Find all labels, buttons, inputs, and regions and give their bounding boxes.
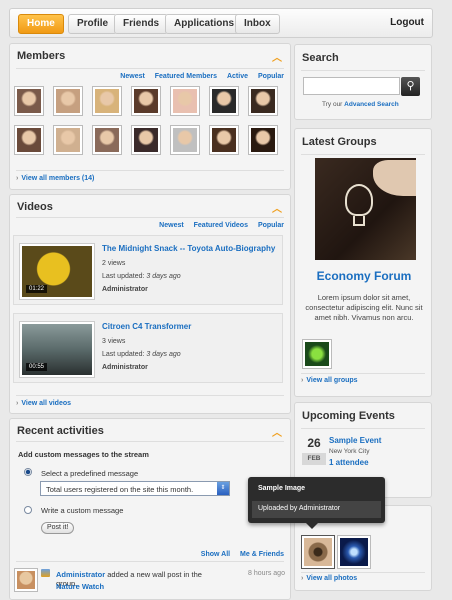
video-thumbnail[interactable]: 01:22	[20, 244, 94, 299]
video-title[interactable]: Citroen C4 Transformer	[102, 322, 191, 331]
member-avatar[interactable]	[92, 86, 122, 116]
members-panel: Members ︿ Newest Featured Members Active…	[9, 43, 291, 190]
member-avatar[interactable]	[53, 125, 83, 155]
advanced-search-link[interactable]: Advanced Search	[344, 101, 399, 108]
group-image[interactable]	[315, 158, 416, 260]
members-title: Members	[17, 50, 66, 62]
view-all-photos-link[interactable]: › View all photos	[301, 575, 357, 582]
photo-tooltip: Sample Image Uploaded by Administrator	[248, 477, 385, 529]
video-thumbnail[interactable]: 00:55	[20, 322, 94, 377]
radio-custom[interactable]	[24, 506, 32, 514]
activity-time: 8 hours ago	[248, 570, 285, 577]
tooltip-text: Uploaded by Administrator	[252, 501, 381, 518]
video-updated: Last updated: 3 days ago	[102, 273, 181, 280]
filter-show-all[interactable]: Show All	[201, 551, 230, 558]
filter-popular[interactable]: Popular	[258, 73, 284, 80]
member-avatar[interactable]	[53, 86, 83, 116]
member-avatar[interactable]	[209, 125, 239, 155]
member-avatar[interactable]	[131, 125, 161, 155]
member-avatar[interactable]	[92, 125, 122, 155]
top-navigation: Home Profile Friends Applications Inbox …	[9, 8, 433, 38]
logout-link[interactable]: Logout	[390, 17, 424, 28]
collapse-icon[interactable]: ︿	[272, 200, 282, 215]
select-arrow-icon: ⇕	[217, 482, 229, 495]
member-avatar[interactable]	[170, 86, 200, 116]
lightbulb-icon	[345, 184, 373, 216]
video-views: 3 views	[102, 338, 126, 345]
activity-group-link[interactable]: Nature Watch	[56, 582, 104, 591]
post-it-button[interactable]: Post it!	[41, 522, 75, 534]
video-author[interactable]: Administrator	[102, 364, 148, 371]
members-filters: Newest Featured Members Active Popular	[112, 73, 284, 80]
latest-groups-title: Latest Groups	[302, 136, 377, 148]
group-description: Lorem ipsum dolor sit amet, consectetur …	[305, 293, 423, 322]
videos-filters: Newest Featured Videos Popular	[151, 222, 284, 229]
member-avatar[interactable]	[170, 125, 200, 155]
event-month: FEB	[302, 453, 326, 465]
videos-panel: Videos ︿ Newest Featured Videos Popular …	[9, 194, 291, 414]
upcoming-events-title: Upcoming Events	[302, 410, 395, 422]
tooltip-title: Sample Image	[258, 485, 306, 492]
tab-friends[interactable]: Friends	[114, 14, 169, 34]
search-panel: Search ⚲ Try our Advanced Search	[294, 44, 432, 120]
collapse-icon[interactable]: ︿	[272, 49, 282, 64]
member-avatar[interactable]	[248, 125, 278, 155]
activity-filters: Show All Me & Friends	[193, 551, 284, 558]
filter-featured-members[interactable]: Featured Members	[155, 73, 217, 80]
search-input[interactable]	[303, 77, 400, 95]
video-item: 01:22 The Midnight Snack -- Toyota Auto-…	[13, 235, 283, 305]
tab-home[interactable]: Home	[18, 14, 64, 34]
activities-title: Recent activities	[17, 425, 104, 437]
video-author[interactable]: Administrator	[102, 286, 148, 293]
tab-inbox[interactable]: Inbox	[235, 14, 280, 34]
group-icon	[41, 569, 50, 577]
message-select[interactable]: Total users registered on the site this …	[40, 481, 230, 496]
video-title[interactable]: The Midnight Snack -- Toyota Auto-Biogra…	[102, 244, 275, 253]
activity-user-link[interactable]: Administrator	[56, 570, 105, 579]
filter-newest[interactable]: Newest	[159, 222, 184, 229]
view-all-members-link[interactable]: › View all members (14)	[16, 175, 94, 182]
radio-predefined-label: Select a predefined message	[41, 469, 139, 478]
member-avatar[interactable]	[14, 125, 44, 155]
event-attendees[interactable]: 1 attendee	[329, 458, 369, 467]
advanced-search-hint: Try our Advanced Search	[322, 101, 399, 108]
avatar[interactable]	[14, 568, 38, 592]
tab-profile[interactable]: Profile	[68, 14, 118, 34]
event-day: 26	[307, 436, 321, 450]
latest-groups-panel: Latest Groups Economy Forum Lorem ipsum …	[294, 128, 432, 397]
video-updated: Last updated: 3 days ago	[102, 351, 181, 358]
video-duration: 01:22	[26, 285, 48, 293]
photo-thumbnail[interactable]	[301, 535, 335, 569]
radio-predefined[interactable]	[24, 468, 32, 476]
member-avatar[interactable]	[209, 86, 239, 116]
collapse-icon[interactable]: ︿	[272, 424, 282, 439]
group-name[interactable]: Economy Forum	[295, 269, 433, 283]
filter-active[interactable]: Active	[227, 73, 248, 80]
search-title: Search	[302, 52, 339, 64]
search-icon[interactable]: ⚲	[401, 77, 420, 96]
video-views: 2 views	[102, 260, 126, 267]
filter-popular[interactable]: Popular	[258, 222, 284, 229]
group-thumbnail[interactable]	[302, 339, 332, 369]
member-avatar[interactable]	[248, 86, 278, 116]
videos-title: Videos	[17, 201, 53, 213]
event-location: New York City	[329, 448, 370, 455]
tab-applications[interactable]: Applications	[165, 14, 244, 34]
custom-message-form-title: Add custom messages to the stream	[18, 450, 149, 459]
view-all-groups-link[interactable]: › View all groups	[301, 377, 358, 384]
member-avatar[interactable]	[131, 86, 161, 116]
event-title[interactable]: Sample Event	[329, 436, 381, 445]
filter-featured-videos[interactable]: Featured Videos	[194, 222, 248, 229]
video-item: 00:55 Citroen C4 Transformer 3 views Las…	[13, 313, 283, 383]
video-duration: 00:55	[26, 363, 48, 371]
radio-custom-label: Write a custom message	[41, 506, 124, 515]
filter-me-friends[interactable]: Me & Friends	[240, 551, 284, 558]
view-all-videos-link[interactable]: › View all videos	[16, 400, 71, 407]
filter-newest[interactable]: Newest	[120, 73, 145, 80]
photo-thumbnail[interactable]	[337, 535, 371, 569]
member-avatar[interactable]	[14, 86, 44, 116]
